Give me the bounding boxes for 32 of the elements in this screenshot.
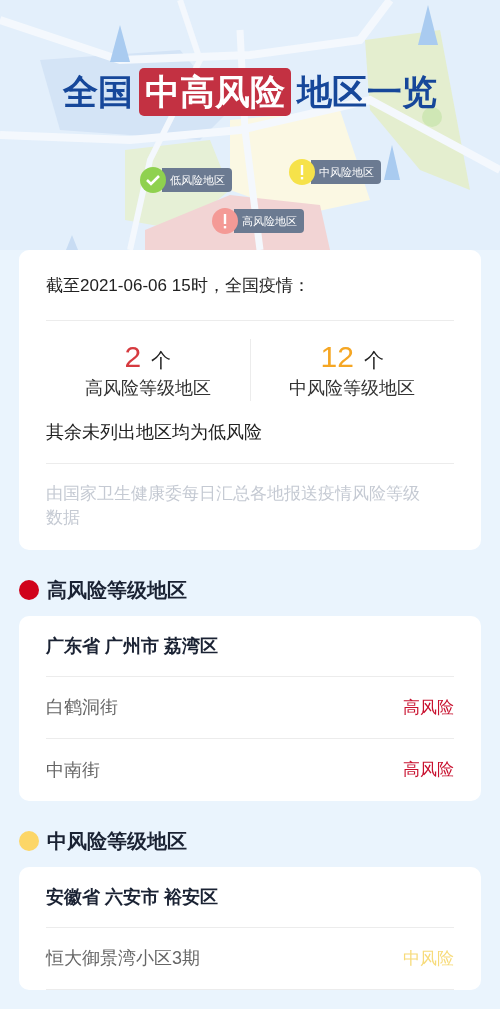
tree-icon [418,5,438,45]
stat-count: 2 [124,339,142,375]
tree-icon [384,145,400,180]
stat-unit: 个 [363,348,384,373]
title-highlight: 中高风险 [139,68,291,116]
risk-level: 高风险 [403,696,454,719]
page-title: 地区一览 [297,71,437,113]
risk-level: 中风险 [403,947,454,970]
check-icon [140,167,166,193]
stat-count: 12 [320,339,354,375]
data-source: 由国家卫生健康委每日汇总各地报送疫情风险等级数据 [46,483,421,529]
section-title: 中风险等级地区 [47,829,187,854]
area-name: 中南街 [46,758,100,782]
risk-note: 其余未列出地区均为低风险 [46,419,454,464]
warning-icon [212,208,238,234]
region-name: 广东省 广州市 荔湾区 [46,616,454,677]
stat-label: 高风险等级地区 [84,377,211,400]
stat-label: 中风险等级地区 [289,377,416,400]
area-name: 白鹤洞街 [46,696,118,719]
area-name: 恒大御景湾小区3期 [46,947,200,970]
warning-icon [289,159,315,185]
map-label: 低风险地区 [162,168,232,192]
map-label: 高风险地区 [234,209,304,233]
map-label: 中风险地区 [311,160,381,184]
update-time: 截至2021-06-06 15时，全国疫情： [46,250,454,321]
stat-unit: 个 [151,348,172,373]
tree-icon [110,25,130,62]
region-name: 安徽省 六安市 裕安区 [46,867,454,928]
page-title: 全国 [63,71,133,113]
tree-icon [66,235,78,250]
risk-level: 高风险 [403,759,454,782]
section-title: 高风险等级地区 [47,578,187,603]
